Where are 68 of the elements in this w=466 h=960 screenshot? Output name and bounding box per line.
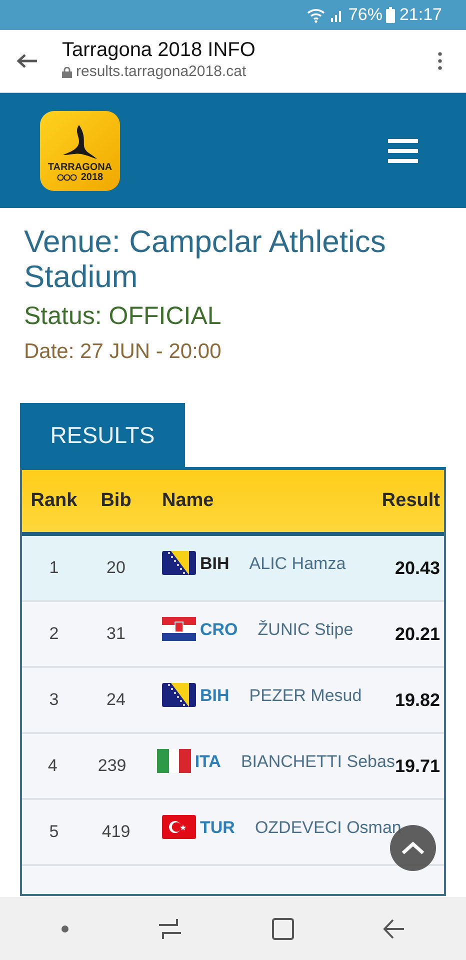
result-row[interactable]: 2 31 CRO ŽUNIC Stipe 20.21 <box>22 602 444 668</box>
result-row[interactable] <box>22 866 444 894</box>
country-code: BIH <box>200 685 230 708</box>
battery-icon <box>386 7 396 23</box>
more-icon <box>438 52 442 70</box>
country-code: BIH <box>200 553 230 576</box>
venue-title: Venue: Campclar Athletics Stadium <box>24 224 387 294</box>
athlete-name: OZDEVECI Osman <box>254 817 402 840</box>
bib-cell-text: 24 <box>106 689 126 712</box>
recent-apps-button[interactable] <box>158 916 182 940</box>
athlete-name: PEZER Mesud <box>249 685 362 708</box>
chevron-up-icon <box>401 841 425 855</box>
result-row[interactable]: 3 24 BIH PEZER Mesud 19.82 <box>22 668 444 734</box>
column-header: Name <box>161 488 215 513</box>
column-header: Rank <box>30 488 78 513</box>
rank-cell-text: 5 <box>48 821 60 844</box>
logo-badge[interactable]: TARRAGONA 2018 <box>40 110 120 190</box>
page-title: Tarragona 2018 INFO <box>62 38 256 61</box>
rank-cell-text: 4 <box>46 755 58 778</box>
status-text: Status: OFFICIAL <box>24 301 222 332</box>
home-button[interactable] <box>272 918 294 940</box>
result-value: 20.43 <box>394 556 441 580</box>
flag-icon <box>162 815 196 840</box>
recent-apps-icon <box>158 916 182 940</box>
logo-year: 2018 <box>80 172 104 182</box>
country-code: ITA <box>194 751 221 774</box>
rank-cell-text: 2 <box>48 623 60 646</box>
more-menu-button[interactable] <box>438 52 442 70</box>
result-row[interactable]: 1 20 BIH ALIC Hamza 20.43 <box>22 536 444 602</box>
dot-icon <box>60 924 69 932</box>
url-text: results.tarragona2018.cat <box>76 62 246 82</box>
wifi-icon <box>306 7 326 23</box>
menu-button[interactable] <box>388 138 418 162</box>
result-row[interactable]: 4 239 ITA BIANCHETTI Sebas19.71 <box>22 734 444 800</box>
column-header: Result <box>382 488 441 513</box>
country-code: TUR <box>200 817 235 840</box>
date-text: Date: 27 JUN - 20:00 <box>24 338 222 365</box>
bib-cell-text: 31 <box>106 623 126 646</box>
rings-icon <box>56 174 77 181</box>
clock-time: 21:17 <box>399 4 442 26</box>
country-code: CRO <box>200 619 238 642</box>
column-header: Bib <box>100 488 132 513</box>
home-icon <box>272 918 294 940</box>
back-nav-button[interactable] <box>383 918 406 940</box>
result-value: 19.82 <box>394 688 441 712</box>
rank-cell-text: 3 <box>48 689 60 712</box>
athlete-name: ALIC Hamza <box>249 553 346 576</box>
flag-icon <box>162 617 196 642</box>
bib-cell-text: 239 <box>96 755 128 778</box>
back-icon <box>383 918 406 940</box>
battery-percent: 76% <box>348 4 382 26</box>
athlete-name: BIANCHETTI Sebas <box>240 751 395 774</box>
result-value: 20.21 <box>394 622 441 646</box>
flag-icon <box>156 749 191 774</box>
flag-icon <box>162 683 196 708</box>
lock-icon <box>62 66 72 78</box>
result-row[interactable]: 5 419 TUR OZDEVECI Osman <box>22 800 444 866</box>
menu-icon <box>388 138 418 162</box>
rank-cell-text: 1 <box>48 557 60 580</box>
flag-icon <box>162 551 196 576</box>
bib-cell-text: 419 <box>100 821 132 844</box>
result-value: 19.71 <box>394 754 441 778</box>
back-arrow-icon <box>16 53 38 69</box>
results-tab[interactable]: RESULTS <box>20 403 185 468</box>
bib-cell-text: 20 <box>106 557 126 580</box>
logo-text: TARRAGONA <box>48 162 112 172</box>
back-button[interactable] <box>16 53 38 69</box>
athlete-name: ŽUNIC Stipe <box>258 619 354 642</box>
